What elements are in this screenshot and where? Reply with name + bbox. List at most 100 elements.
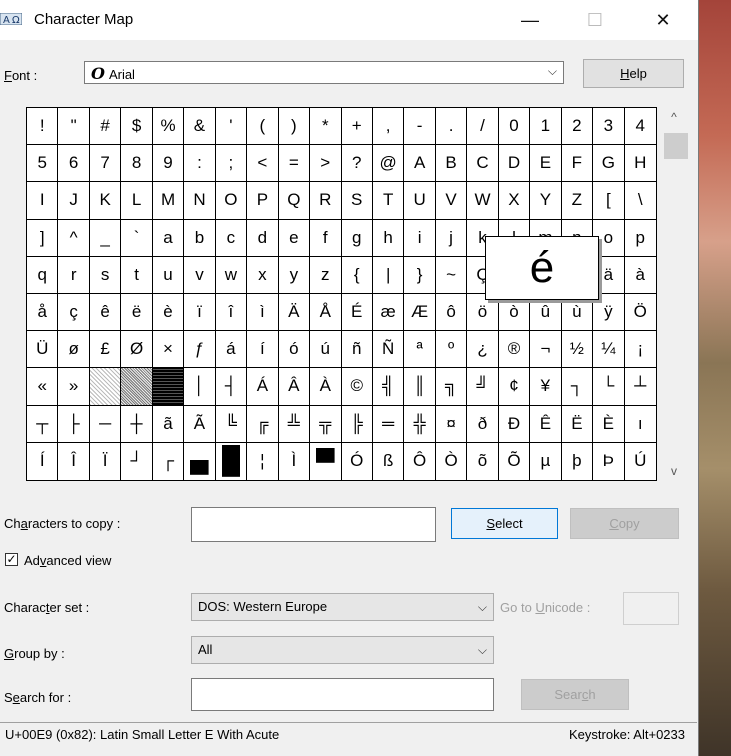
char-cell[interactable]: y: [278, 256, 311, 294]
char-cell[interactable]: ð: [467, 405, 499, 443]
char-cell[interactable]: g: [341, 219, 373, 257]
char-cell[interactable]: f: [310, 219, 342, 257]
char-cell[interactable]: ê: [89, 294, 122, 332]
char-cell[interactable]: ñ: [341, 331, 373, 369]
char-cell[interactable]: R: [310, 182, 342, 220]
char-cell[interactable]: i: [404, 219, 436, 257]
char-cell[interactable]: ^: [58, 219, 90, 257]
scroll-down-icon[interactable]: v: [661, 461, 687, 481]
char-cell[interactable]: ½: [561, 331, 594, 369]
char-cell[interactable]: V: [435, 182, 468, 220]
char-cell[interactable]: ╦: [310, 405, 342, 443]
char-cell[interactable]: Í: [27, 442, 59, 480]
char-cell[interactable]: 1: [530, 108, 562, 146]
char-cell[interactable]: õ: [467, 442, 499, 480]
char-cell[interactable]: N: [184, 182, 216, 220]
char-cell[interactable]: ╣: [372, 368, 405, 406]
char-cell[interactable]: [: [593, 182, 625, 220]
char-cell[interactable]: å: [27, 294, 59, 332]
char-cell[interactable]: z: [310, 256, 342, 294]
char-cell[interactable]: X: [498, 182, 531, 220]
char-cell[interactable]: 7: [89, 145, 122, 183]
char-cell[interactable]: ┤: [215, 368, 248, 406]
char-cell[interactable]: ─: [89, 405, 122, 443]
char-cell[interactable]: î: [215, 294, 248, 332]
char-cell[interactable]: ì: [247, 294, 279, 332]
char-cell[interactable]: ;: [215, 145, 248, 183]
char-cell[interactable]: [215, 442, 248, 480]
char-cell[interactable]: <: [247, 145, 279, 183]
char-cell[interactable]: ç: [58, 294, 90, 332]
char-cell[interactable]: }: [404, 256, 436, 294]
char-cell[interactable]: ]: [27, 219, 59, 257]
char-cell[interactable]: ï: [184, 294, 216, 332]
char-cell[interactable]: M: [152, 182, 185, 220]
char-cell[interactable]: D: [498, 145, 531, 183]
char-cell[interactable]: ú: [310, 331, 342, 369]
scroll-up-icon[interactable]: ^: [661, 107, 687, 127]
font-dropdown[interactable]: O Arial ⌵: [84, 61, 564, 84]
char-cell[interactable]: t: [121, 256, 153, 294]
char-cell[interactable]: ): [278, 108, 311, 146]
char-cell[interactable]: !: [27, 108, 59, 146]
char-cell[interactable]: -: [404, 108, 436, 146]
char-cell[interactable]: Ì: [279, 442, 311, 480]
char-cell[interactable]: ë: [121, 294, 153, 332]
char-cell[interactable]: L: [121, 182, 153, 220]
char-cell[interactable]: &: [184, 108, 216, 146]
char-cell[interactable]: ×: [152, 331, 185, 369]
char-cell[interactable]: È: [593, 405, 625, 443]
advanced-view-label[interactable]: Advanced view: [24, 553, 111, 568]
char-cell[interactable]: ╩: [278, 405, 311, 443]
char-cell[interactable]: 2: [561, 108, 594, 146]
char-cell[interactable]: «: [27, 368, 59, 406]
char-cell[interactable]: \: [624, 182, 656, 220]
char-cell[interactable]: Õ: [499, 442, 531, 480]
char-cell[interactable]: >: [310, 145, 342, 183]
char-cell[interactable]: :: [184, 145, 216, 183]
char-cell[interactable]: Þ: [593, 442, 625, 480]
char-cell[interactable]: ┴: [624, 368, 656, 406]
char-cell[interactable]: .: [435, 108, 468, 146]
char-cell[interactable]: 0: [498, 108, 531, 146]
group-by-dropdown[interactable]: All ⌵: [191, 636, 494, 664]
char-cell[interactable]: ╠: [341, 405, 373, 443]
char-cell[interactable]: Ú: [625, 443, 656, 480]
char-cell[interactable]: Ï: [90, 442, 122, 480]
char-cell[interactable]: S: [341, 182, 373, 220]
char-cell[interactable]: W: [467, 182, 499, 220]
char-cell[interactable]: u: [152, 256, 185, 294]
char-cell[interactable]: 8: [121, 145, 153, 183]
char-cell[interactable]: Ø: [121, 331, 153, 369]
char-cell[interactable]: G: [593, 145, 625, 183]
title-bar[interactable]: A Ω Character Map — ☐ ✕: [0, 0, 698, 40]
char-cell[interactable]: C: [467, 145, 499, 183]
char-cell[interactable]: ¢: [498, 368, 531, 406]
char-cell[interactable]: P: [247, 182, 279, 220]
scrollbar-thumb[interactable]: [664, 133, 688, 159]
char-cell[interactable]: /: [467, 108, 499, 146]
close-button[interactable]: ✕: [640, 0, 686, 40]
char-cell[interactable]: ã: [152, 405, 185, 443]
char-cell[interactable]: {: [341, 256, 373, 294]
char-cell[interactable]: ƒ: [184, 331, 216, 369]
char-cell[interactable]: H: [624, 145, 656, 183]
char-cell[interactable]: w: [215, 256, 248, 294]
char-cell[interactable]: À: [310, 368, 342, 406]
char-cell[interactable]: ó: [278, 331, 311, 369]
char-cell[interactable]: ┘: [121, 442, 153, 480]
char-cell[interactable]: Q: [278, 182, 311, 220]
char-cell[interactable]: ╬: [404, 405, 436, 443]
char-cell[interactable]: ┼: [121, 405, 153, 443]
char-cell[interactable]: @: [372, 145, 405, 183]
char-cell[interactable]: s: [89, 256, 122, 294]
char-cell[interactable]: └: [593, 368, 625, 406]
char-cell[interactable]: Ò: [436, 442, 468, 480]
char-cell[interactable]: a: [152, 219, 185, 257]
char-cell[interactable]: d: [247, 219, 279, 257]
char-cell[interactable]: »: [58, 368, 90, 406]
char-cell[interactable]: `: [121, 219, 153, 257]
char-cell[interactable]: ├: [58, 405, 90, 443]
char-cell[interactable]: ╗: [435, 368, 468, 406]
char-cell[interactable]: Z: [561, 182, 594, 220]
